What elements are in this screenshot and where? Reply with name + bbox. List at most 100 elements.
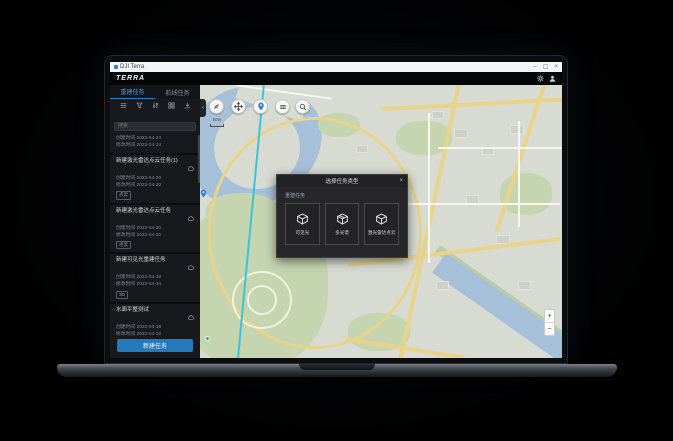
search-box [110, 112, 200, 135]
dialog-header: 选择任务类型 × [277, 175, 407, 187]
mission-item[interactable]: 新建可见光重建任务 创建时间 2023-04-18 修改时间 2023-04-2… [110, 252, 200, 302]
list-icon[interactable] [120, 102, 127, 109]
app-header: TERRA [110, 72, 562, 85]
mission-name: 新建可见光重建任务 [116, 257, 185, 264]
mission-modified: 修改时间 2023-04-20 [116, 233, 195, 240]
cloud-sync-icon[interactable] [187, 208, 195, 226]
cloud-sync-icon[interactable] [187, 158, 195, 176]
locate-button[interactable] [253, 99, 268, 114]
mission-created: 创建时间 2023-04-20 [116, 176, 195, 183]
tab-route-missions[interactable]: 航线任务 [155, 85, 200, 99]
pan-button[interactable] [231, 99, 246, 114]
mission-item-partial[interactable]: 创建时间 2023-04-24 修改时间 2023-04-24 [110, 135, 200, 153]
layers-icon [279, 103, 287, 111]
mission-name: 新建激光雷达点云任务(1) [116, 158, 185, 165]
multispectral-cube-icon [336, 213, 349, 226]
city-block [518, 281, 531, 290]
city-block [510, 125, 524, 134]
sort-icon[interactable] [136, 102, 143, 109]
mission-type-badge: 3D [116, 291, 128, 299]
cloud-sync-icon[interactable] [187, 257, 195, 275]
map-pin-marker[interactable] [200, 185, 207, 203]
compass-icon [212, 102, 221, 111]
park-circle-road [247, 285, 277, 315]
mission-created: 创建时间 2023-04-20 [116, 226, 195, 233]
scale-line [210, 124, 224, 127]
merge-icon[interactable] [168, 102, 175, 109]
mission-modified: 修改时间 2023-04-24 [116, 282, 195, 289]
mission-type-badge: 点云 [116, 241, 131, 249]
mission-created: 创建时间 2023-04-24 [116, 136, 195, 143]
option-label: 激光雷达点云 [368, 230, 396, 236]
import-icon[interactable] [184, 102, 191, 109]
mission-created: 创建时间 2023-04-18 [116, 325, 195, 332]
road-minor [518, 121, 520, 227]
mission-item[interactable]: 新建激光雷达点云任务(1) 创建时间 2023-04-20 修改时间 2023-… [110, 153, 200, 203]
close-button[interactable]: × [554, 64, 558, 70]
option-label: 可见光 [295, 230, 309, 236]
road-minor [400, 203, 560, 205]
dialog-close-button[interactable]: × [399, 175, 403, 187]
layers-button[interactable] [275, 99, 290, 114]
map-zoom-control: + − [544, 309, 555, 336]
laptop-shadow [80, 377, 594, 385]
dialog-title: 选择任务类型 [277, 177, 407, 185]
app-window-icon [114, 65, 118, 69]
sidebar-tabs: 重建任务 航线任务 [110, 85, 200, 99]
zoom-in-button[interactable]: + [545, 310, 554, 323]
mission-modified: 修改时间 2023-04-18 [116, 332, 195, 336]
pin-icon [257, 102, 265, 111]
window-titlebar: DJI Terra – ▢ × [110, 62, 562, 72]
mission-modified: 修改时间 2023-04-20 [116, 183, 195, 190]
sidebar-collapse-handle[interactable]: ‹ [200, 99, 206, 117]
laptop-lid: DJI Terra – ▢ × TERRA [104, 55, 568, 364]
option-multispectral[interactable]: 多光谱 [325, 203, 360, 245]
user-account-icon[interactable] [549, 75, 556, 82]
filter-icon[interactable] [152, 102, 159, 109]
select-mission-type-dialog: 选择任务类型 × 重建任务 可见光 多光谱 [276, 174, 408, 258]
laptop-notch [299, 364, 375, 370]
sidebar-toolbar [110, 99, 200, 112]
map-canvas[interactable]: ‹ 50m [200, 85, 562, 358]
lidar-cube-icon [375, 213, 388, 226]
search-input[interactable] [114, 122, 196, 131]
collapse-icon: ‹ [202, 105, 204, 111]
road-minor [438, 147, 562, 149]
laptop-screen: DJI Terra – ▢ × TERRA [110, 62, 562, 358]
mission-name: 新建激光雷达点云任务 [116, 208, 185, 215]
mission-name: 水面平整测试 [116, 307, 185, 314]
city-block [454, 129, 468, 138]
option-visible-light[interactable]: 可见光 [285, 203, 320, 245]
minimize-button[interactable]: – [533, 64, 536, 70]
search-icon [299, 103, 307, 111]
mission-modified: 修改时间 2023-04-24 [116, 143, 195, 150]
scale-label: 50m [213, 117, 222, 122]
mission-item[interactable]: 新建激光雷达点云任务 创建时间 2023-04-20 修改时间 2023-04-… [110, 203, 200, 253]
start-point-marker[interactable] [205, 336, 210, 341]
mission-list[interactable]: 创建时间 2023-04-24 修改时间 2023-04-24 新建激光雷达点云… [110, 135, 200, 336]
tab-reconstruction-missions[interactable]: 重建任务 [110, 85, 155, 99]
mission-type-badge: 点云 [116, 191, 131, 199]
terra-logo: TERRA [116, 75, 145, 82]
river-water [432, 253, 562, 358]
option-lidar-point-cloud[interactable]: 激光雷达点云 [364, 203, 399, 245]
search-area-button[interactable] [295, 99, 310, 114]
road-minor [428, 113, 430, 263]
compass-button[interactable] [209, 99, 224, 114]
map-scale: 50m [210, 118, 224, 127]
city-block [432, 111, 444, 119]
settings-gear-icon[interactable] [537, 75, 544, 82]
dialog-section-label: 重建任务 [285, 192, 407, 199]
cloud-sync-icon[interactable] [187, 307, 195, 325]
laptop-mockup: DJI Terra – ▢ × TERRA [0, 0, 673, 441]
new-mission-button[interactable]: 新建任务 [117, 339, 193, 352]
city-block [436, 281, 449, 290]
zoom-out-button[interactable]: − [545, 323, 554, 335]
pan-icon [234, 102, 243, 111]
option-label: 多光谱 [335, 230, 349, 236]
visible-light-cube-icon [296, 213, 309, 226]
maximize-button[interactable]: ▢ [543, 64, 549, 70]
window-title: DJI Terra [120, 64, 144, 70]
mission-sidebar: 重建任务 航线任务 [110, 85, 200, 358]
mission-item[interactable]: 水面平整测试 创建时间 2023-04-18 修改时间 2023-04-18 2… [110, 302, 200, 336]
